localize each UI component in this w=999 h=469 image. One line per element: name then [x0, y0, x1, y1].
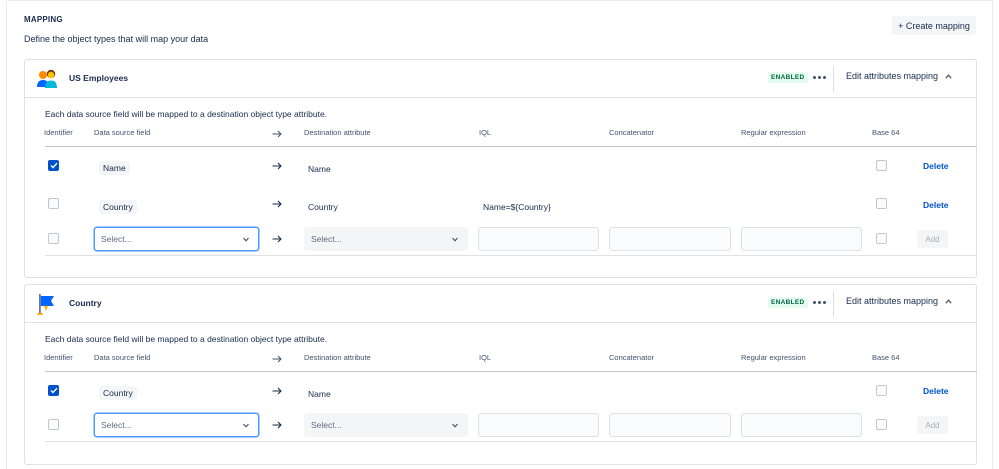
- regex-input[interactable]: [741, 413, 862, 437]
- column-header-concatenator: Concatenator: [609, 353, 655, 362]
- header-divider: [45, 146, 977, 147]
- arrow-right-icon: [272, 235, 282, 243]
- divider: [833, 66, 834, 92]
- iql-input[interactable]: [478, 413, 599, 437]
- create-mapping-button[interactable]: + Create mapping: [892, 16, 976, 35]
- base64-checkbox[interactable]: [876, 419, 887, 430]
- destination-attribute-select[interactable]: Select...: [304, 227, 468, 251]
- mapping-card-country: Country ENABLED Edit attributes mapping …: [24, 284, 977, 465]
- regex-input[interactable]: [741, 227, 862, 251]
- column-header-base64: Base 64: [872, 128, 900, 137]
- source-field-value: Country: [99, 200, 137, 214]
- check-icon: [50, 162, 58, 169]
- flag-icon: [37, 294, 54, 315]
- edit-attributes-label: Edit attributes mapping: [846, 296, 939, 306]
- column-header-destination: Destination attribute: [304, 128, 371, 137]
- identifier-checkbox[interactable]: [48, 160, 59, 171]
- select-placeholder: Select...: [101, 420, 132, 430]
- chevron-down-icon: [243, 423, 249, 428]
- identifier-checkbox[interactable]: [48, 233, 59, 244]
- base64-checkbox[interactable]: [876, 385, 887, 396]
- delete-button[interactable]: Delete: [923, 386, 949, 396]
- column-header-identifier: Identifier: [44, 353, 73, 362]
- row-divider: [45, 441, 977, 442]
- select-placeholder: Select...: [311, 420, 342, 430]
- card-header: US Employees ENABLED Edit attributes map…: [25, 60, 976, 98]
- column-header-iql: IQL: [479, 128, 492, 137]
- add-button[interactable]: Add: [917, 416, 948, 434]
- column-header-base64: Base 64: [872, 353, 900, 362]
- mapping-card-us-employees: US Employees ENABLED Edit attributes map…: [24, 59, 977, 278]
- source-field-select[interactable]: Select...: [94, 227, 259, 251]
- base64-checkbox[interactable]: [876, 160, 887, 171]
- column-header-destination: Destination attribute: [304, 353, 371, 362]
- identifier-checkbox[interactable]: [48, 419, 59, 430]
- edit-attributes-mapping-button[interactable]: Edit attributes mapping: [846, 71, 952, 81]
- arrow-right-icon: [272, 355, 282, 363]
- iql-input[interactable]: [478, 227, 599, 251]
- arrow-right-icon: [272, 200, 282, 208]
- card-note: Each data source field will be mapped to…: [45, 109, 328, 119]
- destination-attribute-value: Name: [308, 164, 331, 174]
- arrow-right-icon: [272, 130, 282, 138]
- more-icon[interactable]: [812, 70, 826, 84]
- edit-attributes-mapping-button[interactable]: Edit attributes mapping: [846, 296, 952, 306]
- more-icon[interactable]: [812, 295, 826, 309]
- delete-button[interactable]: Delete: [923, 161, 949, 171]
- section-description: Define the object types that will map yo…: [24, 34, 209, 44]
- base64-checkbox[interactable]: [876, 198, 887, 209]
- base64-checkbox[interactable]: [876, 233, 887, 244]
- iql-value: Name=${Country}: [483, 202, 551, 212]
- chevron-up-icon: [945, 298, 952, 304]
- chevron-down-icon: [452, 237, 458, 242]
- header-divider: [45, 371, 977, 372]
- column-header-concatenator: Concatenator: [609, 128, 655, 137]
- column-header-iql: IQL: [479, 353, 492, 362]
- chevron-up-icon: [945, 73, 952, 79]
- people-icon: [37, 69, 57, 88]
- source-field-value: Country: [99, 386, 137, 400]
- destination-attribute-value: Name: [308, 389, 331, 399]
- select-placeholder: Select...: [101, 234, 132, 244]
- divider: [833, 291, 834, 317]
- add-button[interactable]: Add: [917, 230, 948, 248]
- column-header-source: Data source field: [94, 353, 151, 362]
- destination-attribute-select[interactable]: Select...: [304, 413, 468, 437]
- edit-attributes-label: Edit attributes mapping: [846, 71, 939, 81]
- select-placeholder: Select...: [311, 234, 342, 244]
- concatenator-input[interactable]: [609, 413, 731, 437]
- arrow-right-icon: [272, 387, 282, 395]
- row-divider: [45, 255, 977, 256]
- column-header-regex: Regular expression: [741, 128, 806, 137]
- arrow-right-icon: [272, 421, 282, 429]
- card-note: Each data source field will be mapped to…: [45, 334, 328, 344]
- chevron-down-icon: [452, 423, 458, 428]
- status-badge: ENABLED: [768, 297, 808, 308]
- identifier-checkbox[interactable]: [48, 385, 59, 396]
- destination-attribute-value: Country: [308, 202, 338, 212]
- column-header-regex: Regular expression: [741, 353, 806, 362]
- source-field-value: Name: [99, 161, 130, 175]
- arrow-right-icon: [272, 162, 282, 170]
- check-icon: [50, 387, 58, 394]
- delete-button[interactable]: Delete: [923, 200, 949, 210]
- column-header-identifier: Identifier: [44, 128, 73, 137]
- source-field-select[interactable]: Select...: [94, 413, 259, 437]
- column-header-source: Data source field: [94, 128, 151, 137]
- section-title: MAPPING: [24, 15, 63, 24]
- card-title: Country: [69, 298, 102, 308]
- chevron-down-icon: [243, 237, 249, 242]
- card-header: Country ENABLED Edit attributes mapping: [25, 285, 976, 323]
- card-title: US Employees: [69, 73, 129, 83]
- identifier-checkbox[interactable]: [48, 198, 59, 209]
- concatenator-input[interactable]: [609, 227, 731, 251]
- status-badge: ENABLED: [768, 72, 808, 83]
